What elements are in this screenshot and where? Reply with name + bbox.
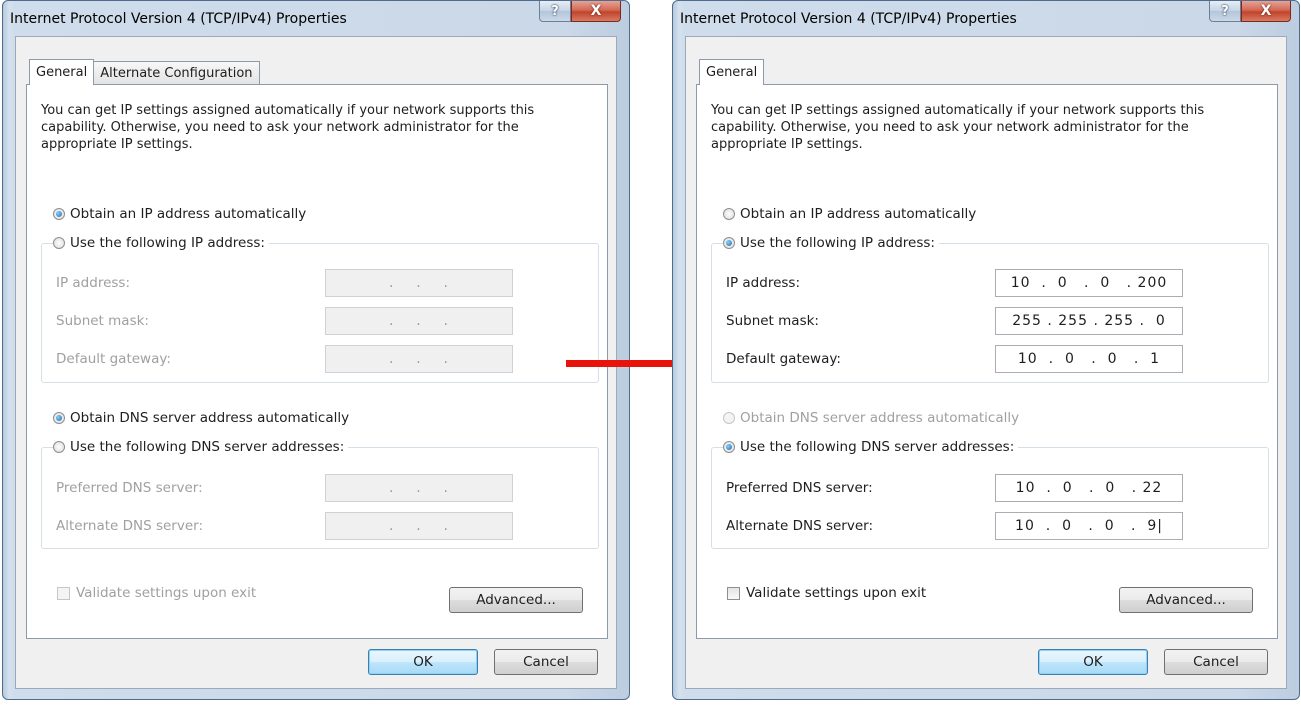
window-title: Internet Protocol Version 4 (TCP/IPv4) P… [10,11,347,27]
close-icon: X [1260,3,1272,19]
help-icon: ? [551,3,559,19]
use-following-dns-label: Use the following DNS server addresses: [740,439,1015,455]
window-title: Internet Protocol Version 4 (TCP/IPv4) P… [680,11,1017,27]
help-button[interactable]: ? [539,1,571,22]
validate-settings-checkbox[interactable]: Validate settings upon exit [57,585,256,601]
obtain-ip-automatically-label: Obtain an IP address automatically [740,206,977,222]
tab-strip: General Alternate Configuration [29,59,260,85]
ip-address-label: IP address: [726,275,800,291]
subnet-mask-field[interactable]: . . . [325,307,513,335]
radio-selected-icon [53,208,65,220]
obtain-ip-automatically-radio[interactable]: Obtain an IP address automatically [723,206,981,222]
use-following-ip-radio[interactable]: Use the following IP address: [53,235,269,251]
radio-unselected-icon [723,412,735,424]
default-gateway-field[interactable]: . . . [325,345,513,373]
obtain-dns-automatically-radio[interactable]: Obtain DNS server address automatically [53,410,354,426]
tab-general[interactable]: General [29,59,95,85]
use-following-ip-label: Use the following IP address: [70,235,265,251]
tab-strip: General [699,59,765,85]
close-icon: X [590,3,602,19]
subnet-mask-label: Subnet mask: [56,313,149,329]
ip-address-label: IP address: [56,275,130,291]
radio-unselected-icon [53,237,65,249]
preferred-dns-label: Preferred DNS server: [726,480,873,496]
radio-unselected-icon [723,208,735,220]
advanced-button[interactable]: Advanced... [449,587,583,613]
description-text: You can get IP settings assigned automat… [711,103,1205,152]
general-tab-page: You can get IP settings assigned automat… [696,84,1278,639]
radio-selected-icon [53,412,65,424]
default-gateway-field[interactable]: 10 . 0 . 0 . 1 [995,345,1183,373]
preferred-dns-label: Preferred DNS server: [56,480,203,496]
general-tab-page: You can get IP settings assigned automat… [26,84,608,639]
use-following-ip-radio[interactable]: Use the following IP address: [723,235,939,251]
help-button[interactable]: ? [1209,1,1241,22]
ip-address-field[interactable]: . . . [325,269,513,297]
obtain-ip-automatically-radio[interactable]: Obtain an IP address automatically [53,206,311,222]
validate-settings-label: Validate settings upon exit [76,585,257,601]
checkbox-unchecked-icon [57,586,70,600]
tab-general[interactable]: General [699,59,765,85]
dialog-client-area: General You can get IP settings assigned… [685,36,1287,689]
dialog-client-area: General Alternate Configuration You can … [15,36,617,689]
use-following-ip-label: Use the following IP address: [740,235,935,251]
arrow-shaft [566,360,684,367]
subnet-mask-field[interactable]: 255 . 255 . 255 . 0 [995,307,1183,335]
radio-selected-icon [723,237,735,249]
title-bar[interactable]: Internet Protocol Version 4 (TCP/IPv4) P… [3,1,629,33]
validate-settings-checkbox[interactable]: Validate settings upon exit [727,585,926,601]
help-icon: ? [1221,3,1229,19]
close-button[interactable]: X [1241,1,1291,22]
alternate-dns-label: Alternate DNS server: [726,518,874,534]
radio-selected-icon [723,441,735,453]
ok-button[interactable]: OK [1038,649,1148,675]
tab-alternate-configuration[interactable]: Alternate Configuration [93,61,260,84]
checkbox-unchecked-icon [727,586,740,600]
subnet-mask-label: Subnet mask: [726,313,819,329]
alternate-dns-field[interactable]: 10 . 0 . 0 . 9| [995,512,1183,540]
alternate-dns-label: Alternate DNS server: [56,518,204,534]
obtain-dns-automatically-label: Obtain DNS server address automatically [740,410,1020,426]
use-following-dns-radio[interactable]: Use the following DNS server addresses: [723,439,1019,455]
cancel-button[interactable]: Cancel [1164,649,1268,675]
ip-address-field[interactable]: 10 . 0 . 0 . 200 [995,269,1183,297]
ok-button[interactable]: OK [368,649,478,675]
description-text: You can get IP settings assigned automat… [41,103,535,152]
tcpip-properties-dialog-before: Internet Protocol Version 4 (TCP/IPv4) P… [2,0,630,700]
default-gateway-label: Default gateway: [56,351,171,367]
obtain-ip-automatically-label: Obtain an IP address automatically [70,206,307,222]
cancel-button[interactable]: Cancel [494,649,598,675]
preferred-dns-field[interactable]: 10 . 0 . 0 . 22 [995,474,1183,502]
default-gateway-label: Default gateway: [726,351,841,367]
close-button[interactable]: X [571,1,621,22]
use-following-dns-label: Use the following DNS server addresses: [70,439,345,455]
tcpip-properties-dialog-after: Internet Protocol Version 4 (TCP/IPv4) P… [672,0,1300,700]
alternate-dns-field[interactable]: . . . [325,512,513,540]
use-following-dns-radio[interactable]: Use the following DNS server addresses: [53,439,349,455]
preferred-dns-field[interactable]: . . . [325,474,513,502]
radio-unselected-icon [53,441,65,453]
title-bar[interactable]: Internet Protocol Version 4 (TCP/IPv4) P… [673,1,1299,33]
obtain-dns-automatically-label: Obtain DNS server address automatically [70,410,350,426]
advanced-button[interactable]: Advanced... [1119,587,1253,613]
validate-settings-label: Validate settings upon exit [746,585,927,601]
obtain-dns-automatically-radio[interactable]: Obtain DNS server address automatically [723,410,1024,426]
